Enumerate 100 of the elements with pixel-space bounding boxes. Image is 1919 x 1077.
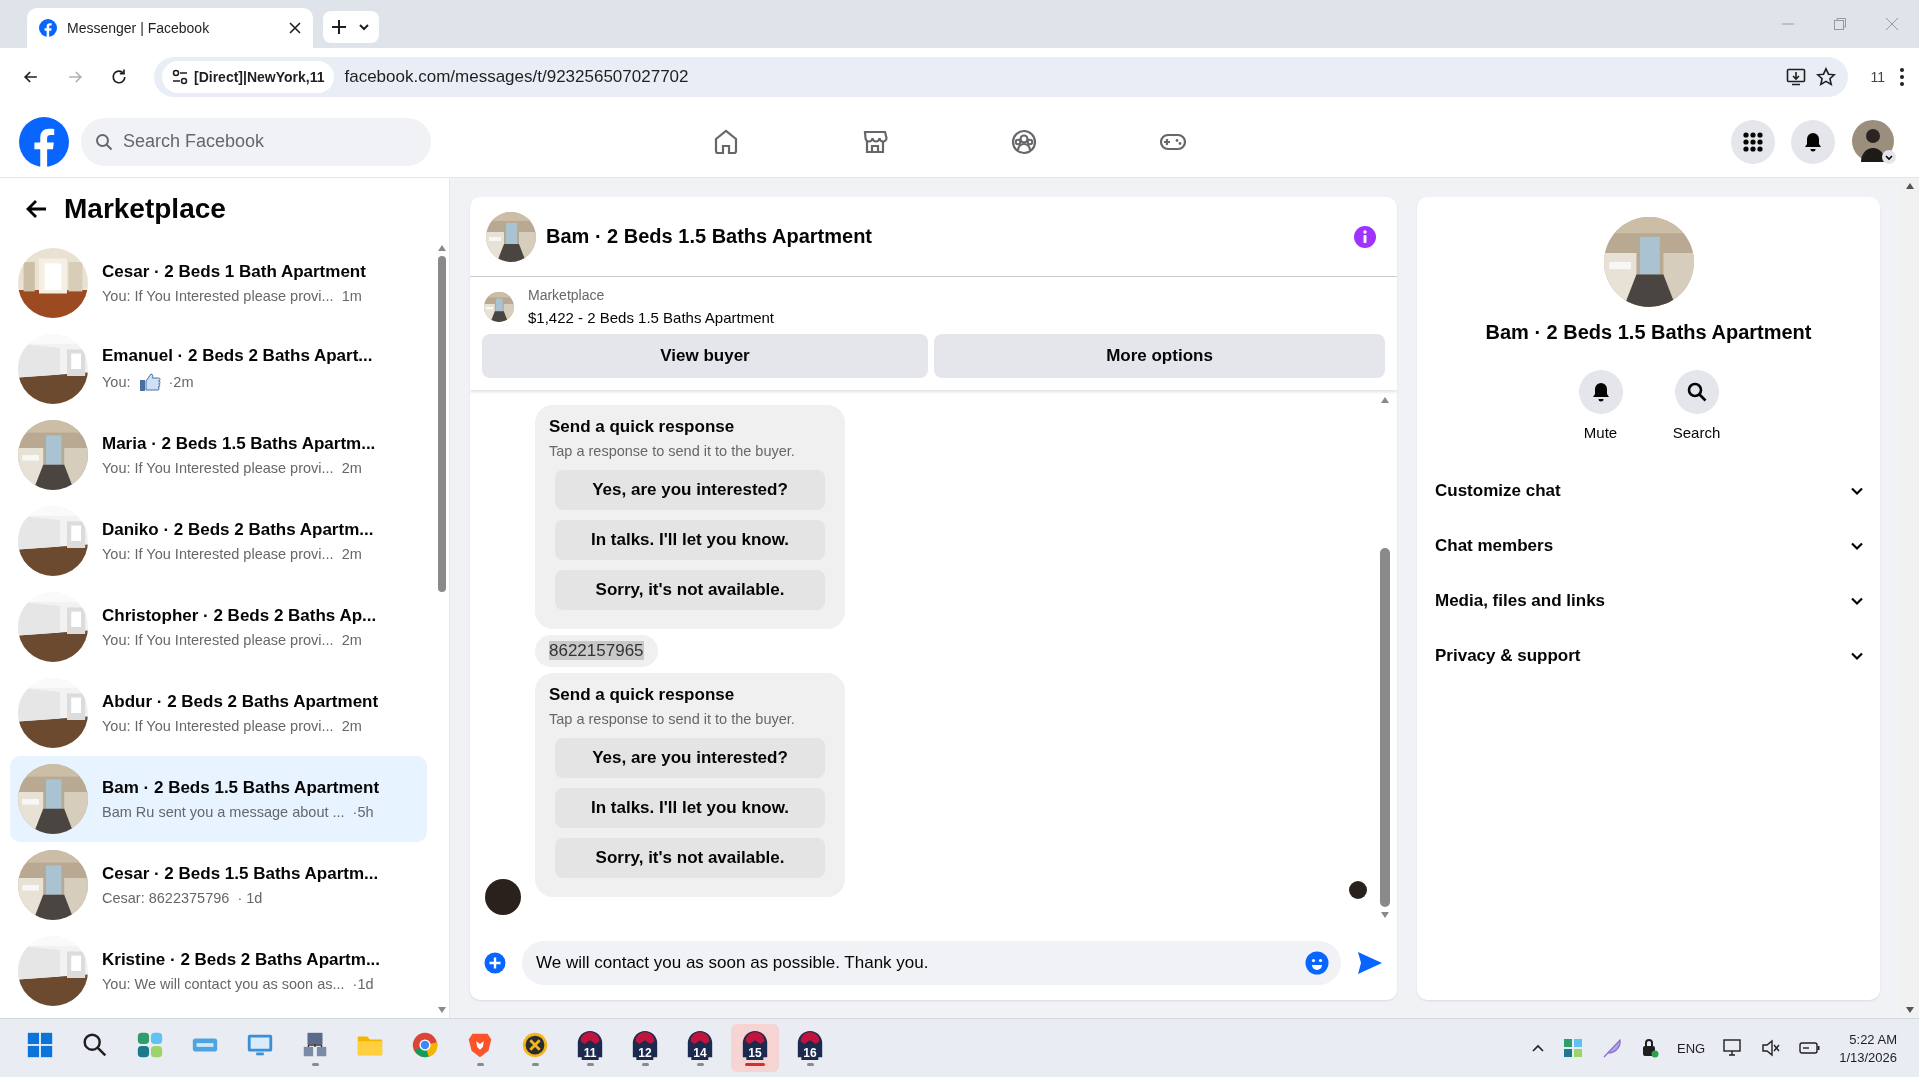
language-indicator[interactable]: ENG xyxy=(1677,1040,1706,1056)
windows-icon xyxy=(25,1030,55,1060)
back-arrow-icon[interactable] xyxy=(26,198,48,220)
conversation-item[interactable]: Cesar · 2 Beds 1 Bath Apartment You: If You Interested please provi... 1m xyxy=(10,240,427,326)
add-icon[interactable] xyxy=(484,951,506,974)
emoji-icon[interactable] xyxy=(1305,950,1329,975)
arrow-icon[interactable] xyxy=(1904,1006,1915,1014)
message-time: ·5h xyxy=(352,804,374,820)
message-preview: You: If You Interested please provi... xyxy=(102,546,334,562)
widgets-icon xyxy=(135,1030,165,1060)
url-text: facebook.com/messages/t/923256507027702 xyxy=(344,67,690,87)
menu-button[interactable] xyxy=(1731,119,1775,164)
arrow-icon[interactable] xyxy=(1904,182,1915,190)
notifications-button[interactable] xyxy=(1791,119,1835,164)
info-icon[interactable] xyxy=(1353,224,1377,249)
conversation-item[interactable]: Christopher · 2 Beds 2 Baths Ap... You: If You Interested please provi... 2m xyxy=(10,584,427,670)
conversation-item[interactable]: Bam · 2 Beds 1.5 Baths Apartment Bam Ru sent you a message about ... ·5h xyxy=(10,756,427,842)
grid-icon[interactable] xyxy=(1742,130,1764,153)
conversation-name: Maria · 2 Beds 1.5 Baths Apartm... xyxy=(102,434,376,454)
feather-icon[interactable] xyxy=(1601,1037,1623,1059)
section-header[interactable]: Media, files and links xyxy=(1433,573,1864,628)
message-preview: You: If You Interested please provi... xyxy=(102,632,334,648)
mute-button[interactable]: Mute xyxy=(1572,370,1629,441)
message-preview: You: We will contact you as soon as... xyxy=(102,976,345,992)
address-bar[interactable]: [Direct]|NewYork,11 facebook.com/messages/t/923256507027702 xyxy=(154,57,1849,97)
ix-icon xyxy=(520,1030,550,1060)
message-time: 2m xyxy=(341,718,362,734)
conversation-item[interactable]: Daniko · 2 Beds 2 Baths Apartm... You: If You Interested please provi... 2m xyxy=(10,498,427,584)
plus-icon[interactable] xyxy=(331,19,347,35)
taskbar-app[interactable]: 14 xyxy=(676,1024,724,1072)
quick-reply-button[interactable]: In talks. I'll let you know. xyxy=(555,520,825,560)
message-preview: You: If You Interested please provi... xyxy=(102,718,334,734)
conversation-name: Cesar · 2 Beds 1.5 Baths Apartm... xyxy=(102,864,379,884)
quick-reply-button[interactable]: Yes, are you interested? xyxy=(555,470,825,510)
close-icon[interactable] xyxy=(289,22,301,34)
quick-reply-button[interactable]: Sorry, it's not available. xyxy=(555,838,825,878)
facebook-logo-icon[interactable] xyxy=(19,116,69,167)
listing-source: Marketplace xyxy=(528,287,606,303)
taskbar-app[interactable]: 16 xyxy=(786,1024,834,1072)
install-icon[interactable] xyxy=(1786,67,1807,87)
card-subtitle: Tap a response to send it to the buyer. xyxy=(549,711,796,727)
taskbar-app[interactable]: 11 xyxy=(566,1024,614,1072)
clock[interactable]: 5:22 AM 1/13/2026 xyxy=(1839,1031,1897,1065)
scrollbar-thumb[interactable] xyxy=(438,256,446,592)
send-icon[interactable] xyxy=(1357,950,1383,975)
menu-icon[interactable] xyxy=(1899,67,1905,87)
message-time: 1m xyxy=(341,288,362,304)
bell-icon[interactable] xyxy=(1802,130,1824,153)
browser-icon xyxy=(410,1030,440,1060)
search-icon xyxy=(1685,381,1708,403)
lock-icon[interactable] xyxy=(1641,1038,1659,1058)
battery-icon[interactable] xyxy=(1799,1041,1822,1055)
quick-reply-button[interactable]: In talks. I'll let you know. xyxy=(555,788,825,828)
star-icon[interactable] xyxy=(1816,67,1837,87)
conversation-name: Emanuel · 2 Beds 2 Baths Apart... xyxy=(102,346,373,366)
tab-title: Messenger | Facebook xyxy=(67,20,211,36)
speaker-muted-icon[interactable] xyxy=(1761,1039,1782,1057)
scrollbar[interactable] xyxy=(1900,178,1919,1018)
people-icon[interactable] xyxy=(1009,127,1038,156)
widgets-icon[interactable] xyxy=(1563,1038,1583,1058)
section-header[interactable]: Privacy & support xyxy=(1433,628,1864,683)
tune-icon xyxy=(172,69,188,85)
card-subtitle: Tap a response to send it to the buyer. xyxy=(549,443,796,459)
message-time: ·1d xyxy=(352,976,374,992)
search-button[interactable]: Search xyxy=(1668,370,1725,441)
message-preview: Cesar: 8622375796 xyxy=(102,890,230,906)
profile-avatar[interactable] xyxy=(1851,118,1897,165)
scrollbar-thumb[interactable] xyxy=(1380,547,1390,907)
more-options-button[interactable]: More options xyxy=(934,334,1385,378)
message-time: 2m xyxy=(341,632,362,648)
section-header[interactable]: Chat members xyxy=(1433,518,1864,573)
taskbar-app[interactable]: 12 xyxy=(621,1024,669,1072)
message-time: 2m xyxy=(341,546,362,562)
message-preview: You: If You Interested please provi... xyxy=(102,460,334,476)
search-field[interactable]: Search Facebook xyxy=(81,117,431,166)
network-icon[interactable] xyxy=(1723,1039,1744,1057)
conversation-name: Kristine · 2 Beds 2 Baths Apartm... xyxy=(102,950,381,970)
section-header[interactable]: Customize chat xyxy=(1433,463,1864,518)
conversation-item[interactable]: Emanuel · 2 Beds 2 Baths Apart... You: ·2m xyxy=(10,326,427,412)
view-buyer-button[interactable]: View buyer xyxy=(482,334,928,378)
message-time: ·2m xyxy=(168,374,194,390)
message-field[interactable]: We will contact you as soon as possible. Thank you. xyxy=(522,940,1341,985)
listing-summary: $1,422 - 2 Beds 1.5 Baths Apartment xyxy=(528,309,774,326)
taskbar-app[interactable]: 15 xyxy=(731,1024,779,1072)
message-bubble: 8622157965 xyxy=(535,635,658,667)
message-preview: You: If You Interested please provi... xyxy=(102,288,334,304)
extension-count[interactable]: 11 xyxy=(1870,69,1885,85)
conversation-item[interactable]: Kristine · 2 Beds 2 Baths Apartm... You: We will contact you as soon as... ·1d xyxy=(10,928,427,1014)
browser-tab[interactable]: Messenger | Facebook xyxy=(27,8,313,48)
card-title: Send a quick response xyxy=(549,417,736,437)
conversation-item[interactable]: Maria · 2 Beds 1.5 Baths Apartm... You: If You Interested please provi... 2m xyxy=(10,412,427,498)
message-time: 2m xyxy=(341,460,362,476)
site-info-chip[interactable]: [Direct]|NewYork,11 xyxy=(162,61,335,93)
quick-reply-button[interactable]: Sorry, it's not available. xyxy=(555,570,825,610)
time-text: 5:22 AM xyxy=(1849,1031,1897,1047)
seen-avatar xyxy=(1349,881,1367,899)
conversation-item[interactable]: Abdur · 2 Beds 2 Baths Apartment You: If You Interested please provi... 2m xyxy=(10,670,427,756)
quick-reply-button[interactable]: Yes, are you interested? xyxy=(555,738,825,778)
conversation-item[interactable]: Cesar · 2 Beds 1.5 Baths Apartm... Cesar: 8622375796 · 1d xyxy=(10,842,427,928)
conversation-name: Cesar · 2 Beds 1 Bath Apartment xyxy=(102,262,366,282)
